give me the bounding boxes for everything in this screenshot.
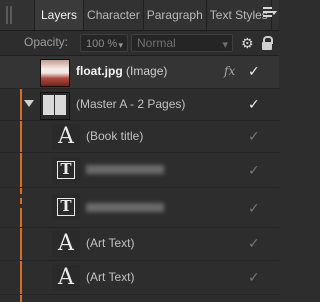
blend-mode-select[interactable]: Normal ▾ — [131, 34, 233, 52]
tab-list: Layers Character Paragraph Text Styles — [34, 0, 272, 30]
layer-name: (Master A - 2 Pages) — [76, 97, 186, 111]
layer-thumbnail — [40, 59, 70, 87]
fx-icon[interactable]: fx — [224, 64, 235, 78]
checkmark-icon[interactable]: ✓ — [248, 269, 260, 286]
art-text-icon: A — [52, 231, 80, 257]
layer-row-frame-text[interactable]: T ✓ — [0, 153, 279, 188]
checkmark-icon[interactable]: ✓ — [248, 200, 260, 217]
tab-character[interactable]: Character — [84, 0, 144, 30]
panel-tab-bar: Layers Character Paragraph Text Styles — [0, 0, 279, 31]
layer-name: (Art Text) — [86, 270, 135, 284]
frame-text-icon: T — [52, 157, 80, 183]
lock-icon[interactable] — [262, 36, 273, 50]
layer-name-redacted — [86, 201, 164, 215]
layer-name: (Art Text) — [86, 236, 135, 250]
layer-name: (Book title) — [86, 129, 144, 143]
checkmark-icon[interactable]: ✓ — [248, 96, 260, 113]
hamburger-menu-icon[interactable] — [263, 7, 277, 21]
gear-icon[interactable]: ⚙ — [241, 36, 255, 50]
layer-row-art-text[interactable]: A (Art Text) ✓ — [0, 228, 279, 261]
opacity-field[interactable]: 100 % ▾ — [80, 34, 128, 52]
layers-list: float.jpg (Image) fx ✓ (Master A - 2 Pag… — [0, 56, 279, 302]
layer-row-master[interactable]: (Master A - 2 Pages) ✓ — [0, 89, 279, 121]
checkmark-icon[interactable]: ✓ — [248, 235, 260, 252]
layer-options-row: Opacity: 100 % ▾ Normal ▾ ⚙ — [0, 31, 279, 56]
art-text-icon: A — [52, 124, 80, 150]
art-text-icon: A — [52, 265, 80, 291]
layer-row-art-text[interactable]: A (Book title) ✓ — [0, 121, 279, 153]
checkmark-icon[interactable]: ✓ — [248, 63, 260, 80]
layer-name: float.jpg (Image) — [76, 64, 168, 78]
tab-paragraph[interactable]: Paragraph — [144, 0, 207, 30]
checkmark-icon[interactable]: ✓ — [248, 162, 260, 179]
layer-row-image[interactable]: float.jpg (Image) fx ✓ — [0, 56, 279, 89]
layer-name-redacted — [86, 163, 164, 177]
panel-grip-icon[interactable] — [4, 6, 14, 24]
frame-text-icon: T — [52, 194, 80, 220]
checkmark-icon[interactable]: ✓ — [248, 128, 260, 145]
layer-row-frame-text[interactable]: T ✓ — [0, 188, 279, 228]
blend-mode-value: Normal — [137, 36, 176, 50]
chevron-down-icon: ▾ — [222, 39, 228, 51]
opacity-label: Opacity: — [24, 35, 69, 49]
chevron-down-icon[interactable]: ▾ — [118, 36, 123, 54]
master-page-thumbnail — [40, 92, 70, 120]
tab-layers[interactable]: Layers — [34, 0, 85, 30]
disclosure-triangle-icon[interactable] — [24, 100, 34, 107]
layer-row-art-text[interactable]: A (Art Text) ✓ — [0, 261, 279, 295]
opacity-value: 100 % — [86, 38, 118, 50]
